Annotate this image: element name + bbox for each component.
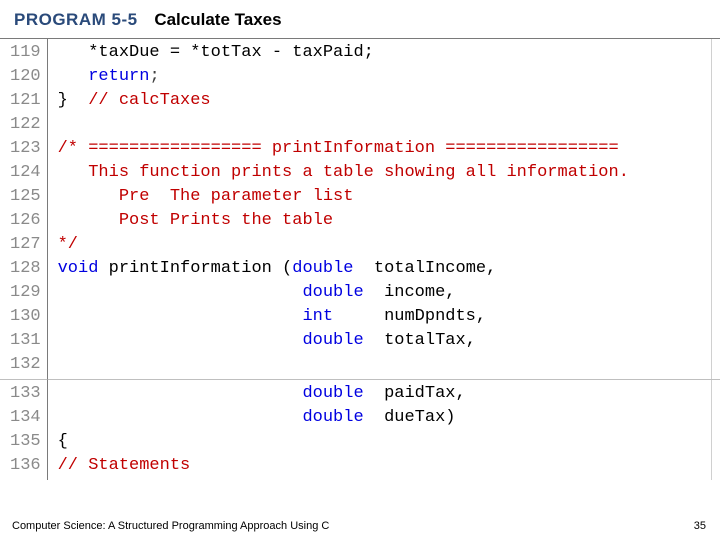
program-label: PROGRAM 5-5 xyxy=(14,10,138,29)
code-indent xyxy=(58,307,303,326)
line-number: 122 xyxy=(10,113,41,137)
param: totalTax, xyxy=(364,331,476,350)
line-number: 136 xyxy=(10,454,41,478)
semicolon: ; xyxy=(149,67,159,86)
code-line: Pre The parameter list xyxy=(58,185,720,209)
code-line: double dueTax) xyxy=(58,406,720,430)
code-line: } // calcTaxes xyxy=(58,89,720,113)
line-number: 123 xyxy=(10,137,41,161)
code-line: void printInformation (double totalIncom… xyxy=(58,257,720,281)
code-line: */ xyxy=(58,233,720,257)
slide-title: Calculate Taxes xyxy=(154,10,281,29)
line-number: 126 xyxy=(10,209,41,233)
code-block-b: double paidTax, double dueTax) { // Stat… xyxy=(48,379,720,480)
line-number: 129 xyxy=(10,281,41,305)
keyword-double: double xyxy=(302,283,363,302)
code-line: Post Prints the table xyxy=(58,209,720,233)
line-number: 134 xyxy=(10,406,41,430)
param: numDpndts, xyxy=(333,307,486,326)
line-number: 133 xyxy=(10,382,41,406)
param: paidTax, xyxy=(364,384,466,403)
code-line: double totalTax, xyxy=(58,329,720,353)
code-line: return; xyxy=(58,65,720,89)
line-number: 124 xyxy=(10,161,41,185)
slide-header: PROGRAM 5-5 Calculate Taxes xyxy=(0,0,720,38)
code-line: int numDpndts, xyxy=(58,305,720,329)
code-line xyxy=(58,353,720,377)
code-line: *taxDue = *totTax - taxPaid; xyxy=(58,41,720,65)
keyword-void: void xyxy=(58,259,99,278)
fn-name: printInformation ( xyxy=(98,259,292,278)
code-text: *taxDue = *totTax - taxPaid; xyxy=(58,43,374,62)
param: income, xyxy=(364,283,456,302)
keyword-int: int xyxy=(302,307,333,326)
keyword-double: double xyxy=(292,259,353,278)
keyword-double: double xyxy=(302,384,363,403)
code-indent xyxy=(58,283,303,302)
line-number: 125 xyxy=(10,185,41,209)
brace-close: } xyxy=(58,91,68,110)
line-number: 127 xyxy=(10,233,41,257)
code-indent xyxy=(58,408,303,427)
comment: // calcTaxes xyxy=(68,91,211,110)
comment: This function prints a table showing all… xyxy=(58,163,629,182)
line-number: 135 xyxy=(10,430,41,454)
line-number: 130 xyxy=(10,305,41,329)
code-line: This function prints a table showing all… xyxy=(58,161,720,185)
line-number: 121 xyxy=(10,89,41,113)
code-line: { xyxy=(58,430,720,454)
gutter-block-a: 119 120 121 122 123 124 125 126 127 128 … xyxy=(0,38,48,379)
gutter-block-b: 133 134 135 136 xyxy=(0,379,48,480)
code-line xyxy=(58,113,720,137)
brace-open: { xyxy=(58,432,68,451)
page-number: 35 xyxy=(694,520,706,532)
code-indent xyxy=(58,331,303,350)
code-column: *taxDue = *totTax - taxPaid; return; } /… xyxy=(48,38,720,480)
code-line: // Statements xyxy=(58,454,720,478)
footer-text: Computer Science: A Structured Programmi… xyxy=(12,520,329,532)
code-line: double income, xyxy=(58,281,720,305)
code-indent xyxy=(58,384,303,403)
param: dueTax) xyxy=(364,408,456,427)
gutter-column: 119 120 121 122 123 124 125 126 127 128 … xyxy=(0,38,48,480)
code-indent xyxy=(58,67,89,86)
comment: // Statements xyxy=(58,456,191,475)
comment: */ xyxy=(58,235,78,254)
code-panel: 119 120 121 122 123 124 125 126 127 128 … xyxy=(0,38,720,480)
line-number: 120 xyxy=(10,65,41,89)
keyword-double: double xyxy=(302,408,363,427)
keyword-double: double xyxy=(302,331,363,350)
line-number: 132 xyxy=(10,353,41,377)
param: totalIncome, xyxy=(353,259,496,278)
code-line: double paidTax, xyxy=(58,382,720,406)
comment: Pre The parameter list xyxy=(58,187,354,206)
slide-footer: Computer Science: A Structured Programmi… xyxy=(12,520,706,532)
keyword-return: return xyxy=(88,67,149,86)
code-block-a: *taxDue = *totTax - taxPaid; return; } /… xyxy=(48,38,720,379)
line-number: 128 xyxy=(10,257,41,281)
comment: /* ================= printInformation ==… xyxy=(58,139,619,158)
code-line: /* ================= printInformation ==… xyxy=(58,137,720,161)
line-number: 119 xyxy=(10,41,41,65)
comment: Post Prints the table xyxy=(58,211,333,230)
line-number: 131 xyxy=(10,329,41,353)
